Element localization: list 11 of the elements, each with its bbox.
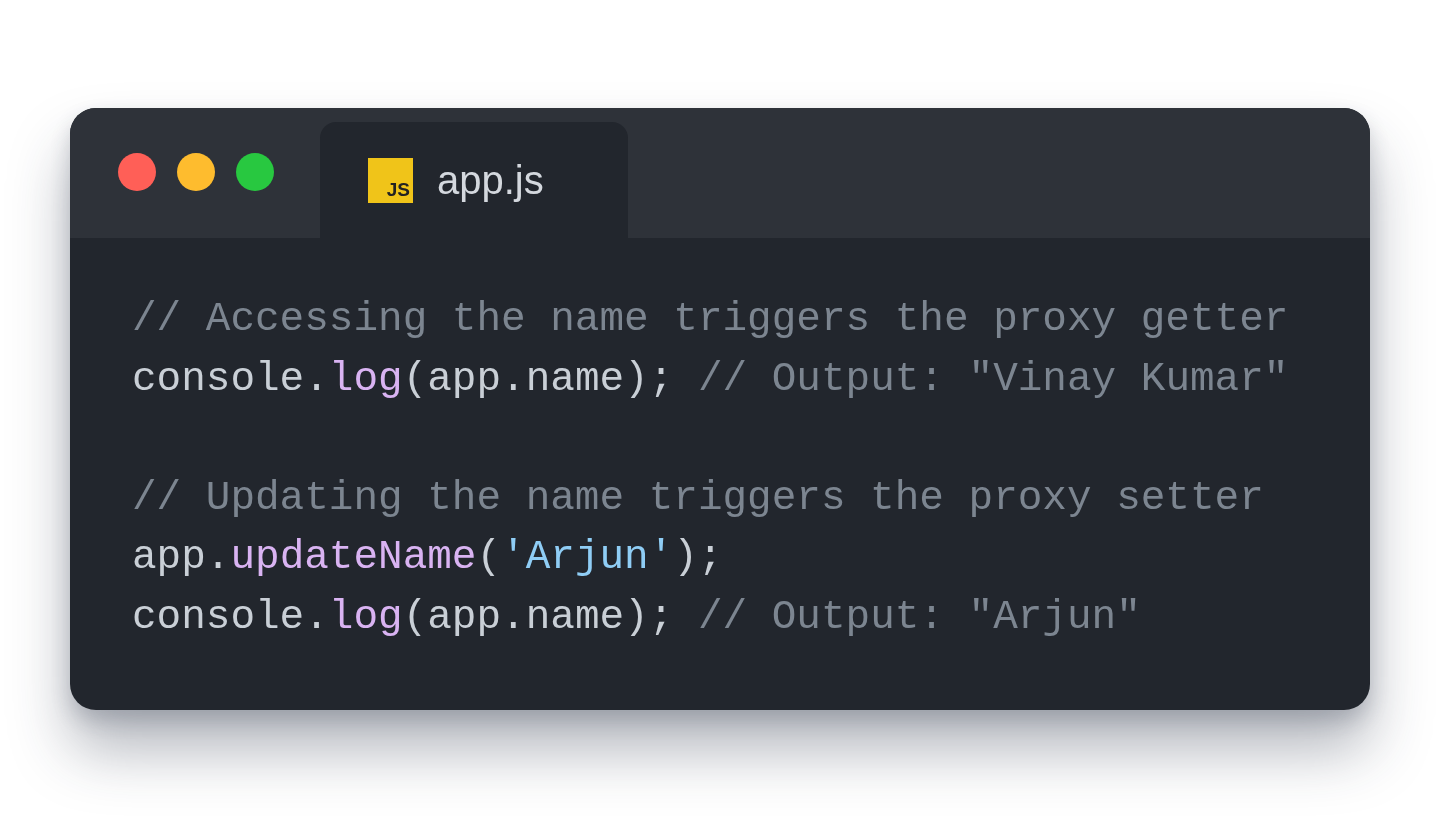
file-tab[interactable]: JS app.js (320, 122, 628, 238)
code-line: console.log(app.name); // Output: "Arjun" (132, 592, 1141, 642)
code-line: console.log(app.name); // Output: "Vinay Kumar" (132, 354, 1289, 404)
javascript-file-icon: JS (368, 157, 413, 203)
window-control-button[interactable] (177, 153, 215, 191)
tab-label: app.js (437, 157, 544, 203)
window-control-button[interactable] (118, 153, 156, 191)
code-line: // Updating the name triggers the proxy setter (132, 473, 1264, 523)
code-line: // Accessing the name triggers the proxy getter (132, 295, 1289, 344)
window-control-button[interactable] (236, 153, 274, 191)
code-line: app.updateName('Arjun'); (132, 533, 723, 582)
